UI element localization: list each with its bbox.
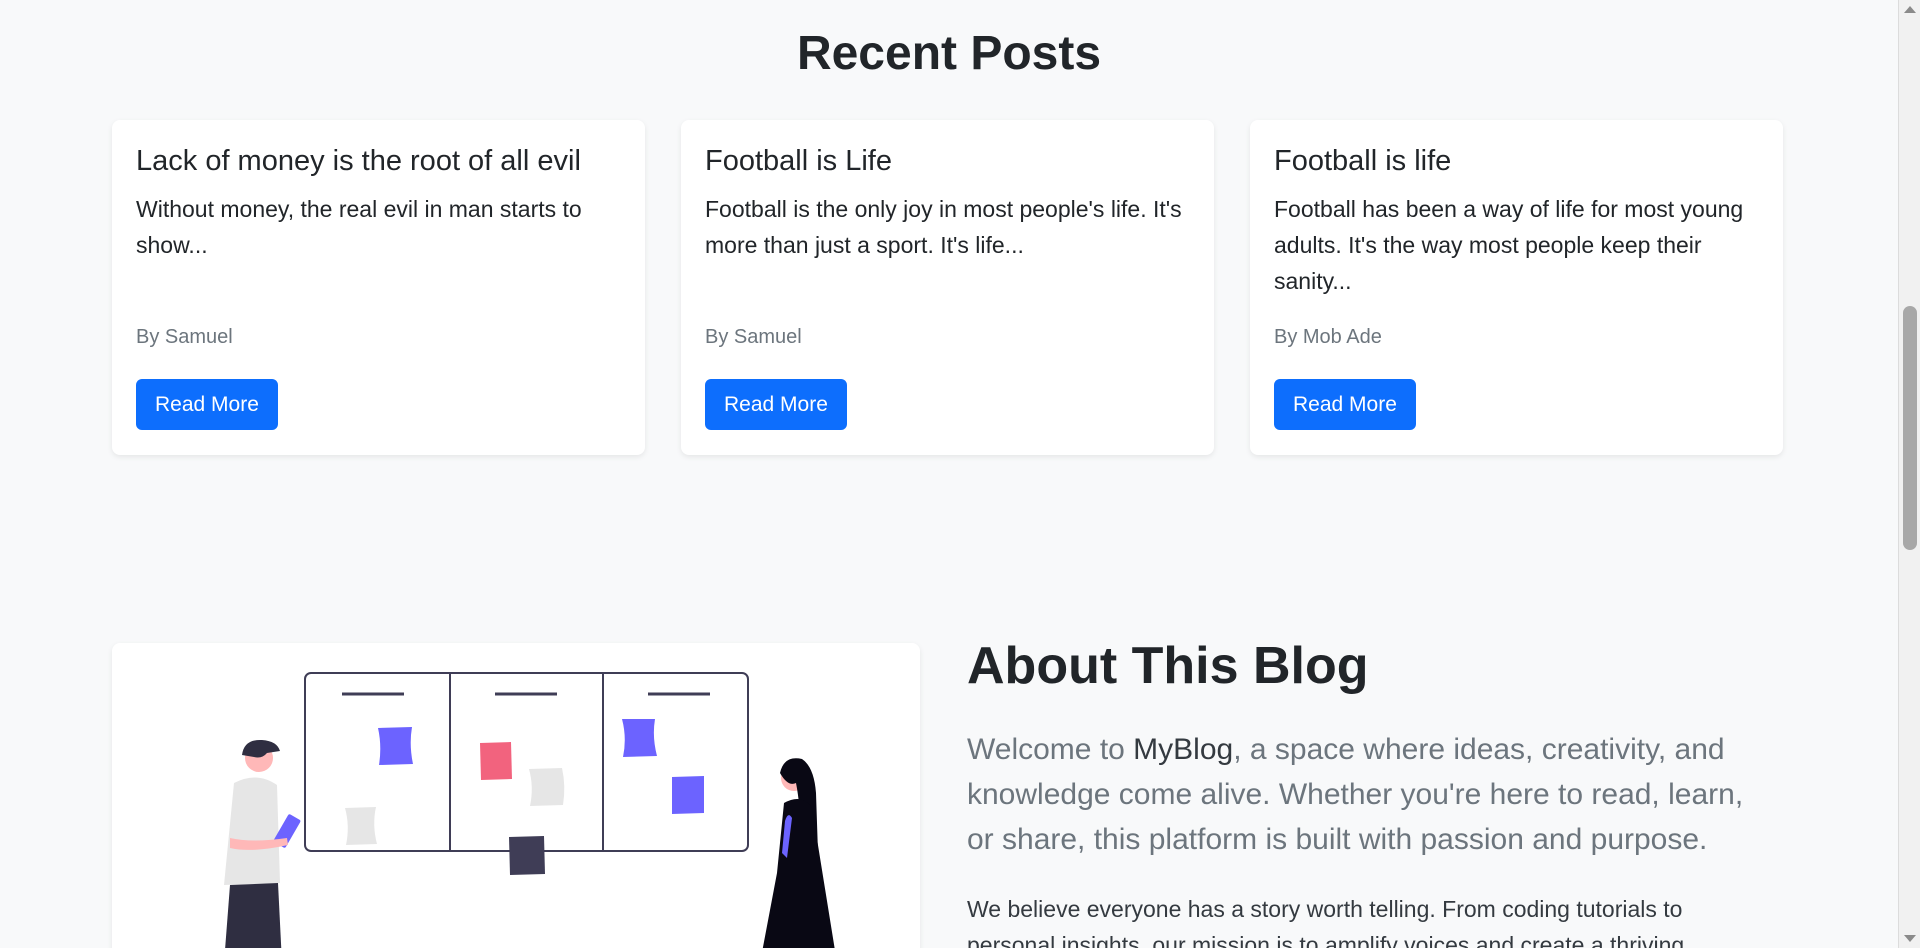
brand-name: MyBlog bbox=[1133, 733, 1234, 766]
about-lead: Welcome to MyBlog, a space where ideas, … bbox=[967, 727, 1767, 862]
sticky-note bbox=[672, 776, 704, 814]
sticky-note bbox=[345, 807, 377, 845]
kanban-board-illustration bbox=[224, 672, 835, 948]
post-title: Football is life bbox=[1274, 145, 1452, 177]
sticky-note bbox=[509, 836, 545, 875]
read-more-button[interactable]: Read More bbox=[1274, 379, 1416, 430]
post-author: By Samuel bbox=[705, 326, 802, 348]
post-author: By Mob Ade bbox=[1274, 326, 1382, 348]
about-lead-prefix: Welcome to bbox=[967, 733, 1134, 766]
post-author: By Samuel bbox=[136, 326, 233, 348]
about-body: We believe everyone has a story worth te… bbox=[967, 896, 1685, 948]
vertical-scrollbar[interactable] bbox=[1898, 0, 1920, 948]
person-coat bbox=[762, 799, 835, 948]
sticky-note bbox=[529, 768, 565, 806]
about-title: About This Blog bbox=[967, 637, 1369, 695]
recent-posts-title: Recent Posts bbox=[796, 27, 1102, 80]
recent-posts-list: Lack of money is the root of all evil Wi… bbox=[112, 120, 1784, 455]
read-more-button[interactable]: Read More bbox=[136, 379, 278, 430]
about-illustration bbox=[112, 643, 920, 948]
scrollbar-thumb[interactable] bbox=[1903, 306, 1917, 550]
sticky-note bbox=[480, 742, 512, 780]
sticky-note bbox=[622, 719, 657, 757]
post-excerpt: Without money, the real evil in man star… bbox=[136, 195, 582, 258]
person-legs bbox=[225, 883, 282, 948]
triangle-down-icon[interactable] bbox=[1904, 935, 1916, 942]
read-more-button[interactable]: Read More bbox=[705, 379, 847, 430]
post-card: Football is Life Football is the only jo… bbox=[681, 120, 1214, 455]
sticky-note bbox=[378, 727, 413, 765]
person-hair bbox=[242, 739, 280, 758]
post-title: Lack of money is the root of all evil bbox=[136, 145, 581, 177]
post-excerpt: Football is the only joy in most people'… bbox=[705, 195, 1182, 258]
page-viewport: Recent Posts Lack of money is the root o… bbox=[0, 0, 1898, 948]
post-title: Football is Life bbox=[705, 145, 892, 177]
post-excerpt: Football has been a way of life for most… bbox=[1274, 195, 1744, 294]
post-card: Football is life Football has been a way… bbox=[1250, 120, 1783, 455]
triangle-up-icon[interactable] bbox=[1904, 6, 1916, 13]
post-card: Lack of money is the root of all evil Wi… bbox=[112, 120, 645, 455]
person-shirt bbox=[224, 777, 280, 885]
